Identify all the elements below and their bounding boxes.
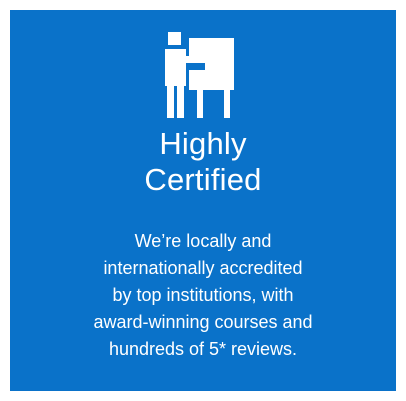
presenter-board-icon bbox=[165, 32, 234, 118]
icon-container bbox=[10, 30, 396, 120]
card-description: We’re locally and internationally accred… bbox=[93, 231, 313, 359]
card-title: Highly Certified bbox=[144, 126, 262, 197]
certified-card: Highly Certified We’re locally and inter… bbox=[10, 10, 396, 391]
